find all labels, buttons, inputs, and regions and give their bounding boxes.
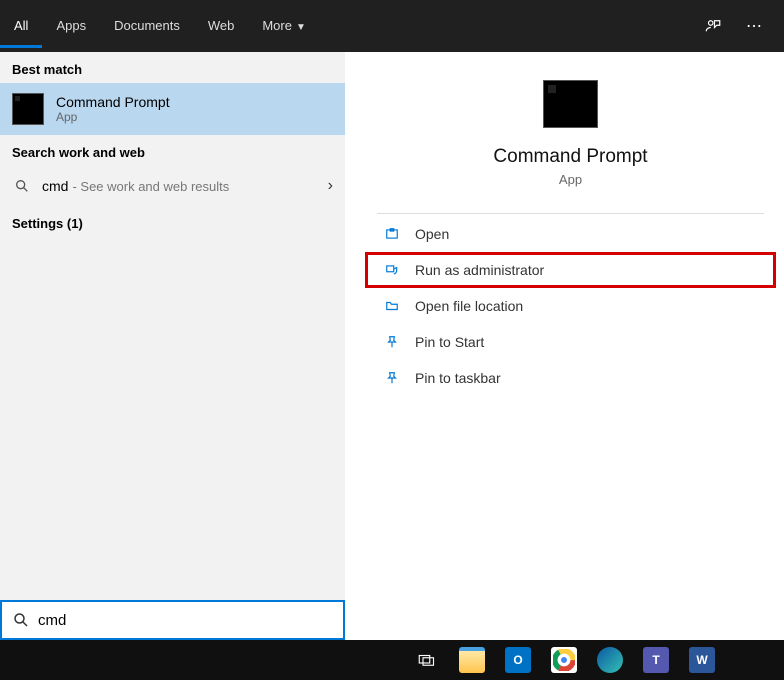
tab-apps[interactable]: Apps [42, 4, 100, 48]
search-scope-tabs: All Apps Documents Web More▼ ⋯ [0, 0, 784, 52]
web-result-cmd[interactable]: cmd - See work and web results › [0, 166, 345, 206]
taskbar-app-edge[interactable] [590, 644, 630, 676]
action-open[interactable]: Open [357, 216, 784, 252]
taskbar: O T W [0, 640, 784, 680]
chevron-right-icon: › [328, 177, 333, 195]
preview-pane: Command Prompt App Open Run as administr… [357, 52, 784, 640]
action-pin-to-start[interactable]: Pin to Start [357, 324, 784, 360]
action-run-as-administrator[interactable]: Run as administrator [365, 252, 776, 288]
taskbar-app-word[interactable]: W [682, 644, 722, 676]
action-run-admin-label: Run as administrator [415, 262, 544, 278]
admin-shield-icon [383, 263, 401, 277]
search-icon [12, 611, 30, 629]
more-options-icon[interactable]: ⋯ [734, 8, 774, 44]
tab-more[interactable]: More▼ [248, 4, 320, 48]
action-pin-to-taskbar[interactable]: Pin to taskbar [357, 360, 784, 396]
tab-documents[interactable]: Documents [100, 4, 194, 48]
web-result-query: cmd [42, 178, 68, 194]
folder-icon [383, 299, 401, 313]
results-pane: Best match Command Prompt App Search wor… [0, 52, 345, 640]
action-pin-taskbar-label: Pin to taskbar [415, 370, 501, 386]
taskbar-app-chrome[interactable] [544, 644, 584, 676]
open-icon [383, 227, 401, 241]
cortana-icon[interactable] [360, 644, 400, 676]
taskbar-app-outlook[interactable]: O [498, 644, 538, 676]
task-view-icon[interactable] [406, 644, 446, 676]
pin-start-icon [383, 335, 401, 349]
command-prompt-large-icon [543, 80, 598, 128]
pin-taskbar-icon [383, 371, 401, 385]
divider [377, 213, 764, 214]
web-result-hint: - See work and web results [72, 179, 229, 194]
result-title: Command Prompt [56, 94, 170, 110]
feedback-icon[interactable] [692, 9, 734, 43]
action-open-label: Open [415, 226, 449, 242]
tab-all[interactable]: All [0, 4, 42, 48]
action-open-file-location[interactable]: Open file location [357, 288, 784, 324]
action-pin-start-label: Pin to Start [415, 334, 484, 350]
tab-web[interactable]: Web [194, 4, 249, 48]
search-box[interactable] [0, 600, 345, 640]
taskbar-app-teams[interactable]: T [636, 644, 676, 676]
action-open-location-label: Open file location [415, 298, 523, 314]
search-work-web-label: Search work and web [0, 135, 345, 166]
result-subtitle: App [56, 110, 170, 124]
settings-group-label[interactable]: Settings (1) [0, 206, 345, 241]
command-prompt-icon [12, 93, 44, 125]
search-input[interactable] [38, 612, 337, 629]
search-icon [12, 176, 32, 196]
preview-title: Command Prompt [367, 146, 774, 168]
taskbar-app-explorer[interactable] [452, 644, 492, 676]
result-command-prompt[interactable]: Command Prompt App [0, 83, 345, 135]
preview-subtitle: App [367, 172, 774, 187]
best-match-label: Best match [0, 52, 345, 83]
